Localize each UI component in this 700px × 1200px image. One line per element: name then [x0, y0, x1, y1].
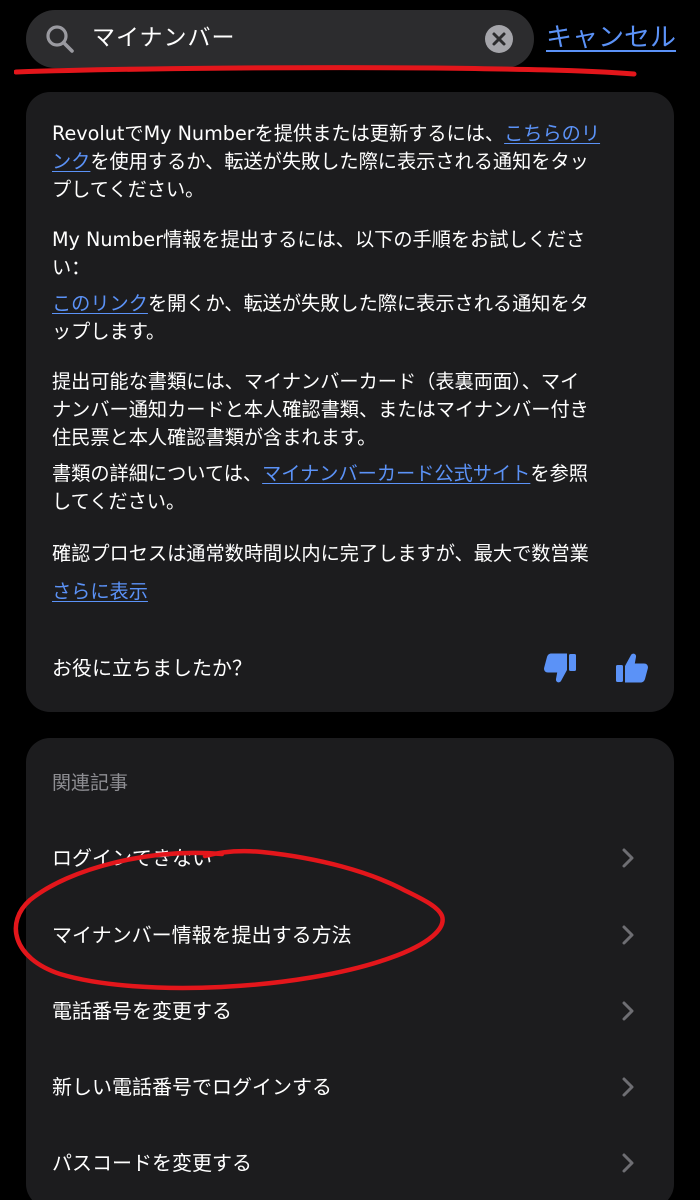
related-articles-heading: 関連記事 — [52, 772, 129, 794]
text-fragment: 住民票と本人確認書類が含まれます。 — [52, 426, 377, 449]
search-icon — [46, 25, 74, 53]
chevron-right-icon — [622, 925, 634, 945]
here-link-continued[interactable]: ンク — [52, 150, 90, 173]
search-field[interactable]: マイナンバー — [26, 10, 534, 68]
text-fragment: My Number情報を提出するには、以下の手順をお試しくださ — [52, 228, 586, 251]
paragraph-documents: 提出可能な書類には、マイナンバーカード（表裏両面）、マイ ナンバー通知カードと本… — [52, 368, 652, 452]
chevron-right-icon — [622, 848, 634, 868]
text-fragment: プしてください。 — [52, 178, 205, 201]
thumbs-down-icon[interactable] — [540, 648, 580, 688]
related-item-login-new-phone[interactable]: 新しい電話番号でログインする — [26, 1049, 674, 1125]
text-fragment: RevolutでMy Numberを提供または更新するには、 — [52, 122, 505, 145]
chevron-right-icon — [622, 1001, 634, 1021]
related-item-label: マイナンバー情報を提出する方法 — [52, 923, 352, 947]
related-item-label: 電話番号を変更する — [52, 999, 232, 1023]
show-more-row: さらに表示 — [52, 578, 652, 606]
text-fragment: ップします。 — [52, 320, 166, 343]
helpful-question: お役に立ちましたか？ — [52, 656, 252, 680]
clear-icon[interactable] — [484, 24, 514, 54]
related-item-change-phone[interactable]: 電話番号を変更する — [26, 973, 674, 1049]
text-fragment: を使用するか、転送が失敗した際に表示される通知をタッ — [90, 150, 589, 173]
text-fragment: 書類の詳細については、 — [52, 462, 263, 485]
related-item-change-passcode[interactable]: パスコードを変更する — [26, 1125, 674, 1200]
thumbs-up-icon[interactable] — [612, 648, 652, 688]
paragraph-provide-update: RevolutでMy Numberを提供または更新するには、こちらのリ ンクを使… — [52, 120, 652, 204]
related-item-label: ログインできない — [52, 846, 212, 870]
search-row: マイナンバー キャンセル — [26, 10, 686, 68]
chevron-right-icon — [622, 1077, 634, 1097]
related-item-submit-mynumber[interactable]: マイナンバー情報を提出する方法 — [26, 897, 674, 973]
this-link[interactable]: このリンク — [52, 292, 148, 315]
related-item-label: パスコードを変更する — [52, 1151, 252, 1175]
related-item-cannot-login[interactable]: ログインできない — [26, 820, 674, 896]
text-fragment: してください。 — [52, 490, 186, 513]
answer-card: RevolutでMy Numberを提供または更新するには、こちらのリ ンクを使… — [26, 92, 674, 712]
text-fragment: を参照 — [530, 462, 588, 485]
chevron-right-icon — [622, 1153, 634, 1173]
paragraph-details: 書類の詳細については、マイナンバーカード公式サイトを参照 してください。 — [52, 460, 652, 516]
here-link[interactable]: こちらのリ — [504, 122, 600, 145]
text-fragment: を開くか、転送が失敗した際に表示される通知をタ — [147, 292, 589, 315]
text-fragment: ナンバー通知カードと本人確認書類、またはマイナンバー付き — [52, 398, 589, 421]
paragraph-verification: 確認プロセスは通常数時間以内に完了しますが、最大で数営業 — [52, 540, 652, 568]
mynumber-official-site-link[interactable]: マイナンバーカード公式サイト — [262, 462, 530, 485]
related-item-label: 新しい電話番号でログインする — [52, 1075, 332, 1099]
paragraph-submit-steps: My Number情報を提出するには、以下の手順をお試しくださ い： — [52, 226, 652, 282]
text-fragment: い： — [52, 256, 91, 279]
search-input[interactable]: マイナンバー — [92, 22, 236, 54]
help-search-screen: マイナンバー キャンセル RevolutでMy Numberを提供または更新する… — [0, 0, 700, 1200]
text-fragment: 提出可能な書類には、マイナンバーカード（表裏両面）、マイ — [52, 370, 580, 393]
text-fragment: 確認プロセスは通常数時間以内に完了しますが、最大で数営業 — [52, 542, 589, 565]
cancel-button[interactable]: キャンセル — [546, 22, 676, 54]
show-more-link[interactable]: さらに表示 — [52, 580, 148, 603]
annotation-underline — [14, 65, 637, 77]
paragraph-open-link: このリンクを開くか、転送が失敗した際に表示される通知をタ ップします。 — [52, 290, 652, 346]
related-articles-card: 関連記事 ログインできない マイナンバー情報を提出する方法 電話番号を変更する … — [26, 738, 674, 1200]
